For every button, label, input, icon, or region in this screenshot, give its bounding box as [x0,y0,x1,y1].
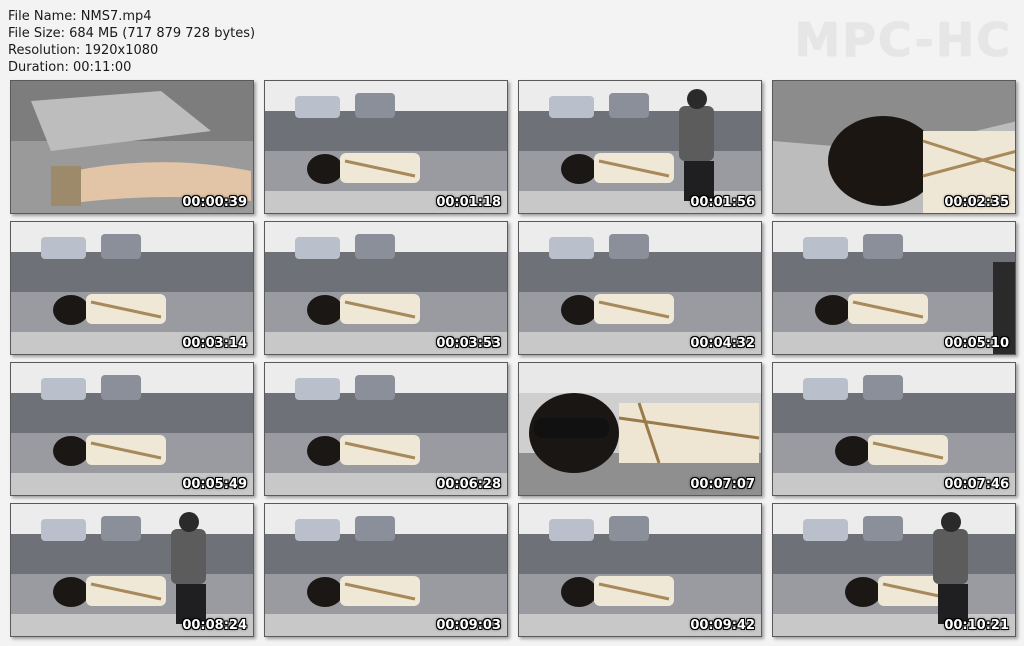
file-size-line: File Size: 684 МБ (717 879 728 bytes) [8,26,256,41]
thumbnail-frame: 00:04:32 [518,221,762,355]
timestamp-label: 00:07:07 [690,477,755,492]
thumbnail-frame: 00:01:56 [518,80,762,214]
thumbnail-frame: 00:09:03 [264,503,508,637]
thumbnail-frame: 00:03:14 [10,221,254,355]
timestamp-label: 00:05:10 [944,336,1009,351]
thumbnail-frame: 00:10:21 [772,503,1016,637]
timestamp-label: 00:09:42 [690,618,755,633]
timestamp-label: 00:03:53 [436,336,501,351]
thumbnail-frame: 00:07:46 [772,362,1016,496]
timestamp-label: 00:05:49 [182,477,247,492]
thumbnail-grid: 00:00:39 00:01:18 00:01:56 00:02:35 00:03:14… [8,78,1018,642]
thumbnail-frame: 00:05:49 [10,362,254,496]
thumbnail-frame: 00:01:18 [264,80,508,214]
timestamp-label: 00:01:56 [690,195,755,210]
thumbnail-frame: 00:07:07 [518,362,762,496]
timestamp-label: 00:07:46 [944,477,1009,492]
timestamp-label: 00:02:35 [944,195,1009,210]
thumbnail-frame: 00:09:42 [518,503,762,637]
thumbnail-frame: 00:08:24 [10,503,254,637]
thumbnail-frame: 00:02:35 [772,80,1016,214]
timestamp-label: 00:09:03 [436,618,501,633]
timestamp-label: 00:08:24 [182,618,247,633]
timestamp-label: 00:04:32 [690,336,755,351]
file-info: File Name: NMS7.mp4 File Size: 684 МБ (7… [8,8,255,76]
thumbnail-frame: 00:05:10 [772,221,1016,355]
timestamp-label: 00:06:28 [436,477,501,492]
timestamp-label: 00:10:21 [944,618,1009,633]
duration-line: Duration: 00:11:00 [8,60,132,75]
thumbnail-frame: 00:03:53 [264,221,508,355]
resolution-line: Resolution: 1920x1080 [8,43,159,58]
header: File Name: NMS7.mp4 File Size: 684 МБ (7… [0,0,1024,80]
timestamp-label: 00:01:18 [436,195,501,210]
timestamp-label: 00:00:39 [182,195,247,210]
file-name-line: File Name: NMS7.mp4 [8,9,152,24]
timestamp-label: 00:03:14 [182,336,247,351]
thumbnail-frame: 00:00:39 [10,80,254,214]
app-logo: MPC-HC [794,13,1012,67]
thumbnail-frame: 00:06:28 [264,362,508,496]
